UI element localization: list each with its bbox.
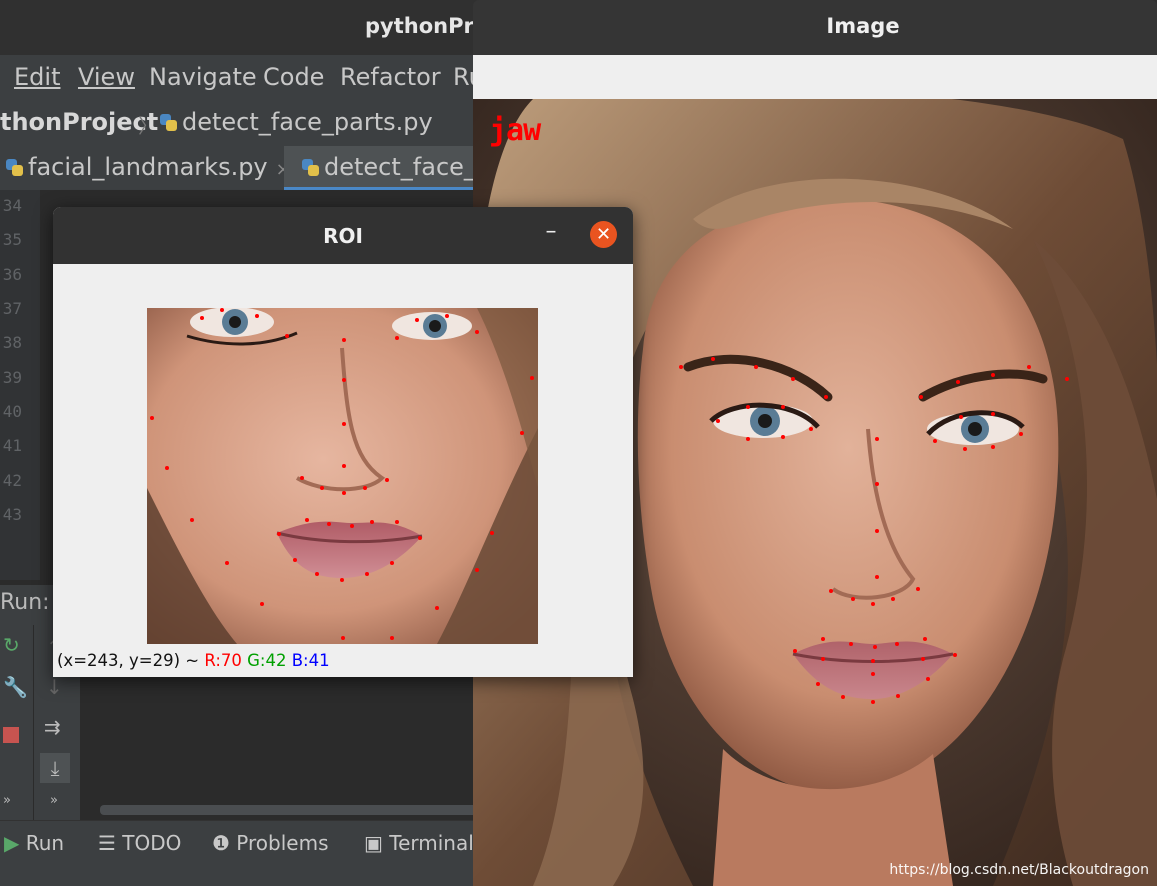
pixel-info-status: (x=243, y=29) ~ R:70 G:42 B:41 [57, 651, 330, 670]
ide-bottom-bar [0, 866, 480, 886]
roi-image[interactable] [147, 308, 538, 644]
line-number: 42 [2, 471, 22, 490]
tool-terminal[interactable]: ▣ Terminal [364, 831, 474, 855]
roi-window[interactable]: ROI – ✕ (x=243, y=29) ~ R:70 G:42 B:41 [53, 207, 633, 677]
pixel-green-value: G:42 [247, 651, 287, 670]
tool-problems[interactable]: ❶ Problems [212, 831, 328, 855]
stop-icon[interactable] [3, 727, 19, 743]
rerun-icon[interactable]: ↻ [3, 633, 20, 657]
line-number: 34 [2, 196, 22, 215]
menu-edit-label: Edit [14, 63, 61, 91]
tab-facial-landmarks[interactable]: facial_landmarks.py× [0, 146, 291, 190]
line-number: 38 [2, 333, 22, 352]
menu-view-label: View [78, 63, 135, 91]
breadcrumb-file-label: detect_face_parts.py [182, 108, 433, 136]
tool-problems-label: Problems [236, 831, 329, 855]
menu-refactor-label: Refactor [340, 63, 441, 91]
tab-label: facial_landmarks.py [28, 153, 268, 181]
breadcrumb-file[interactable]: detect_face_parts.py [160, 108, 433, 136]
horizontal-scrollbar[interactable] [100, 805, 480, 815]
pixel-red-value: R:70 [204, 651, 242, 670]
pixel-blue-value: B:41 [291, 651, 330, 670]
line-number: 36 [2, 265, 22, 284]
wrench-icon[interactable]: 🔧 [3, 675, 28, 699]
pixel-coords: (x=243, y=29) ~ [57, 651, 205, 670]
line-number-gutter: 34 35 36 37 38 39 40 41 42 43 [0, 190, 40, 580]
close-button[interactable]: ✕ [590, 221, 617, 248]
soft-wrap-icon[interactable]: ⇉ [44, 715, 61, 739]
python-file-icon [160, 114, 178, 132]
tab-label: detect_face_p [324, 153, 492, 181]
play-icon: ▶ [4, 831, 20, 855]
breadcrumb-project[interactable]: thonProject [0, 108, 158, 136]
divider [33, 625, 34, 820]
watermark: https://blog.csdn.net/Blackoutdragon [889, 862, 1149, 878]
line-number: 43 [2, 505, 22, 524]
info-icon: ❶ [212, 831, 230, 855]
arrow-down-icon[interactable]: ↓ [46, 675, 63, 699]
tool-todo[interactable]: ☰ TODO [98, 831, 181, 855]
editor-tab-bar: facial_landmarks.py× detect_face_p [0, 146, 491, 190]
python-file-icon [6, 159, 24, 177]
line-number: 35 [2, 230, 22, 249]
list-icon: ☰ [98, 831, 116, 855]
terminal-icon: ▣ [364, 831, 383, 855]
roi-window-titlebar[interactable]: ROI – ✕ [53, 207, 633, 264]
menu-refactor[interactable]: Refactor [340, 63, 441, 91]
overlay-label-jaw: jaw [489, 113, 541, 148]
roi-face-crop [147, 308, 538, 644]
tool-todo-label: TODO [122, 831, 182, 855]
menu-code[interactable]: Code [263, 63, 324, 91]
menu-navigate-label: Navigate [149, 63, 257, 91]
menu-code-label: Code [263, 63, 325, 91]
tab-detect-face-parts[interactable]: detect_face_p [284, 146, 491, 190]
breadcrumb: thonProject 〉 detect_face_parts.py [0, 100, 480, 147]
tool-run[interactable]: ▶ Run [4, 831, 64, 855]
tool-window-bar: ▶ Run ☰ TODO ❶ Problems ▣ Terminal [0, 820, 480, 867]
image-window-toolbar [473, 55, 1157, 99]
run-panel-label: Run: [0, 590, 50, 615]
menu-view[interactable]: View [78, 63, 135, 91]
ide-window-title: pythonPro [365, 14, 489, 38]
image-window-titlebar[interactable]: Image [473, 0, 1157, 55]
tool-run-label: Run [25, 831, 65, 855]
image-window-title: Image [826, 14, 900, 38]
scroll-to-end-icon[interactable]: ⤓ [40, 753, 70, 783]
more-icon[interactable]: » [3, 793, 11, 808]
python-file-icon [302, 159, 320, 177]
menu-navigate[interactable]: Navigate [149, 63, 257, 91]
menu-edit[interactable]: Edit [14, 63, 60, 91]
line-number: 41 [2, 436, 22, 455]
tool-terminal-label: Terminal [389, 831, 474, 855]
more-icon[interactable]: » [50, 793, 58, 808]
ide-menubar: Edit View Navigate Code Refactor Ru [0, 55, 484, 100]
breadcrumb-separator: 〉 [138, 114, 158, 138]
line-number: 37 [2, 299, 22, 318]
minimize-button[interactable]: – [538, 219, 564, 245]
line-number: 39 [2, 368, 22, 387]
line-number: 40 [2, 402, 22, 421]
